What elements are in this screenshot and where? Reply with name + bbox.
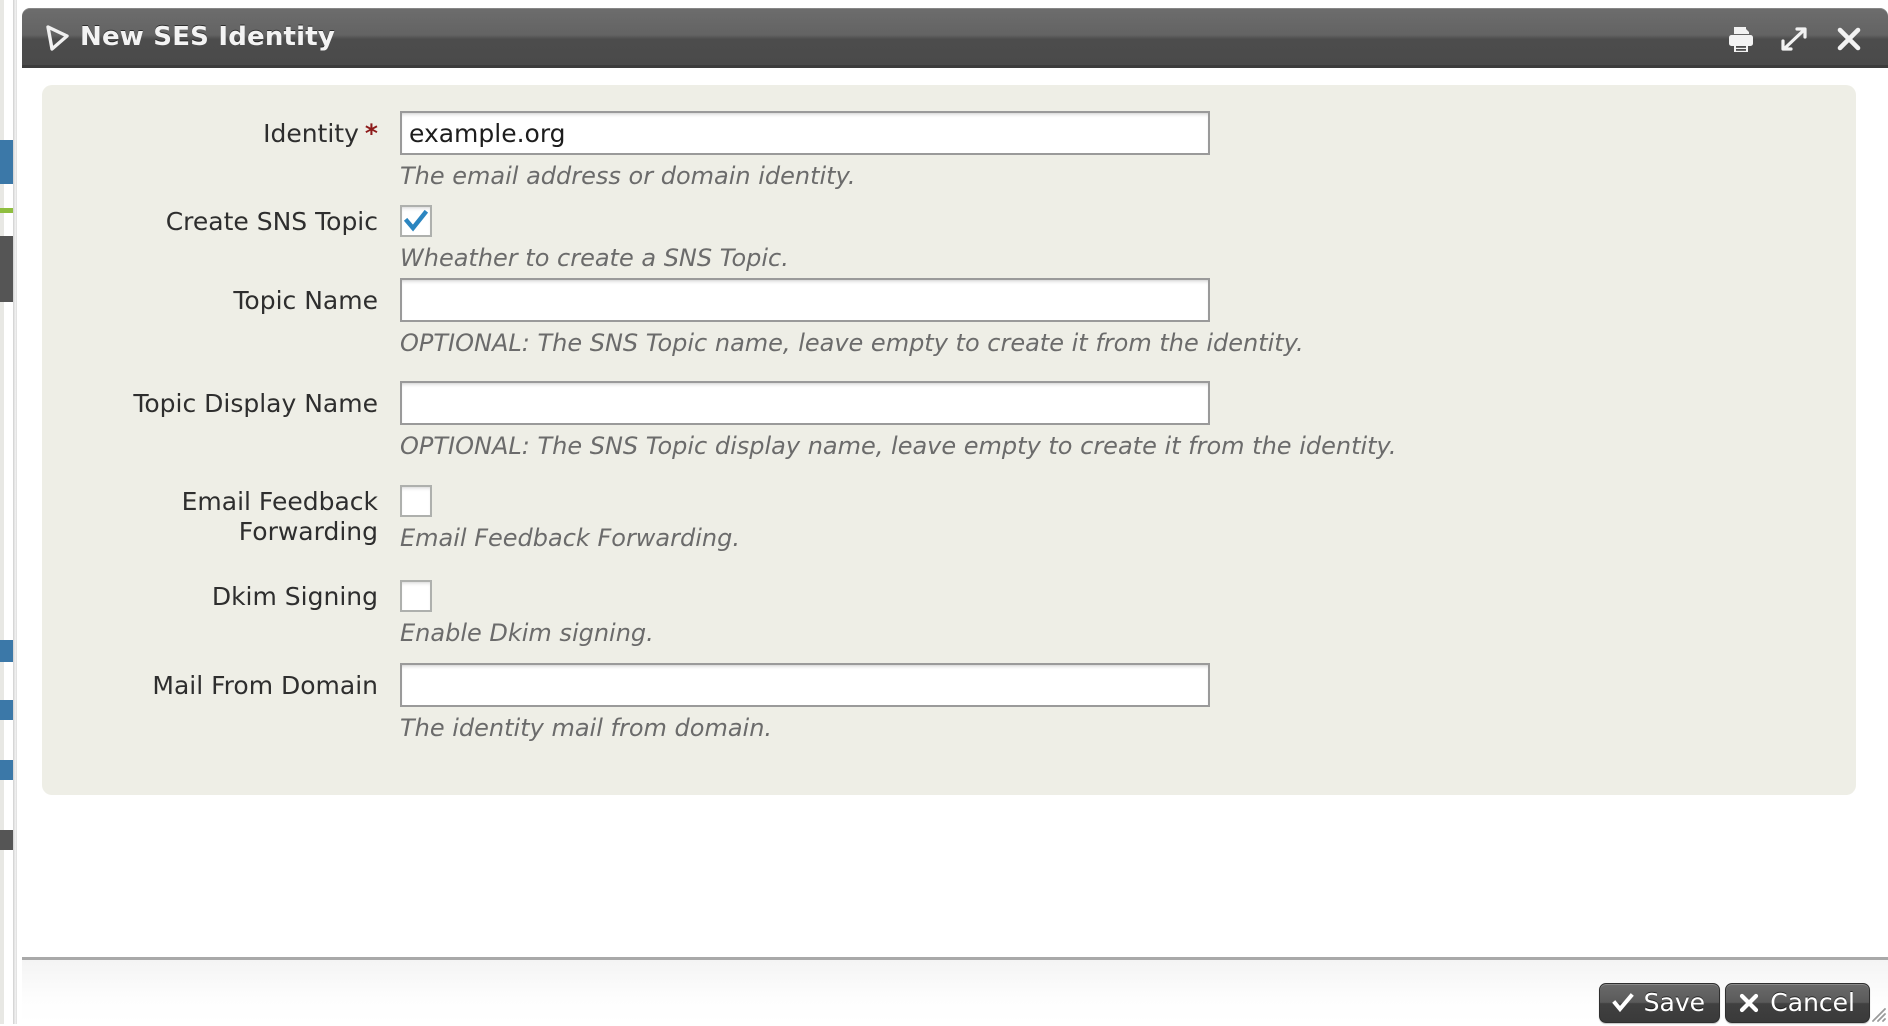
background-accent-blue-3 xyxy=(0,700,14,720)
dialog-titlebar[interactable]: New SES Identity xyxy=(22,8,1888,68)
field-label-identity: Identity * xyxy=(263,119,378,148)
close-x-icon[interactable] xyxy=(1832,22,1866,56)
background-page-sliver xyxy=(0,0,22,1024)
required-asterisk: * xyxy=(364,119,378,148)
field-hint-dkim-signing: Enable Dkim signing. xyxy=(400,619,654,647)
titlebar-shadow xyxy=(22,65,1888,68)
topic-display-name-input[interactable] xyxy=(400,381,1210,425)
close-x-icon xyxy=(1738,992,1760,1014)
field-label-mail-from-domain: Mail From Domain xyxy=(152,671,378,700)
expand-arrows-icon[interactable] xyxy=(1777,22,1811,56)
background-accent-green xyxy=(0,208,14,213)
resize-grip[interactable] xyxy=(1868,1004,1886,1022)
field-label-dkim-signing: Dkim Signing xyxy=(211,582,378,611)
field-hint-email-feedback-forwarding: Email Feedback Forwarding. xyxy=(400,524,740,552)
field-label-email-feedback-forwarding: Email Feedback Forwarding xyxy=(181,487,378,546)
background-accent-gray xyxy=(0,830,14,850)
field-label-topic-display-name: Topic Display Name xyxy=(133,389,378,418)
cancel-button[interactable]: Cancel xyxy=(1725,983,1870,1023)
save-button-label: Save xyxy=(1643,988,1705,1017)
email-feedback-forwarding-checkbox[interactable] xyxy=(400,485,432,517)
dkim-signing-checkbox[interactable] xyxy=(400,580,432,612)
field-hint-create-sns-topic: Wheather to create a SNS Topic. xyxy=(400,244,789,272)
topic-name-input[interactable] xyxy=(400,278,1210,322)
background-accent-blue-4 xyxy=(0,760,14,780)
mail-from-domain-input[interactable] xyxy=(400,663,1210,707)
triangle-flag-icon xyxy=(40,22,72,54)
field-hint-topic-display-name: OPTIONAL: The SNS Topic display name, le… xyxy=(400,432,1397,460)
field-hint-mail-from-domain: The identity mail from domain. xyxy=(400,714,773,742)
create-sns-topic-checkbox[interactable] xyxy=(400,205,432,237)
check-icon xyxy=(1611,992,1634,1014)
field-label-create-sns-topic: Create SNS Topic xyxy=(165,207,378,236)
background-scroll-rail xyxy=(13,0,17,1024)
background-accent-blue xyxy=(0,140,14,184)
save-button[interactable]: Save xyxy=(1598,983,1720,1023)
cancel-button-label: Cancel xyxy=(1770,988,1855,1017)
form-panel: Identity* The email address or domain id… xyxy=(42,85,1856,795)
field-hint-identity: The email address or domain identity. xyxy=(400,162,856,190)
dialog-title: New SES Identity xyxy=(80,22,336,52)
dialog-footer: Save Cancel xyxy=(22,960,1888,1024)
field-label-topic-name: Topic Name xyxy=(233,286,378,315)
background-dark-band xyxy=(0,236,13,302)
field-hint-topic-name: OPTIONAL: The SNS Topic name, leave empt… xyxy=(400,329,1304,357)
new-ses-identity-dialog: New SES Identity Identity * example.org … xyxy=(22,8,1888,1024)
background-accent-blue-2 xyxy=(0,640,14,662)
identity-input[interactable] xyxy=(400,111,1210,155)
printer-icon[interactable] xyxy=(1724,22,1758,56)
